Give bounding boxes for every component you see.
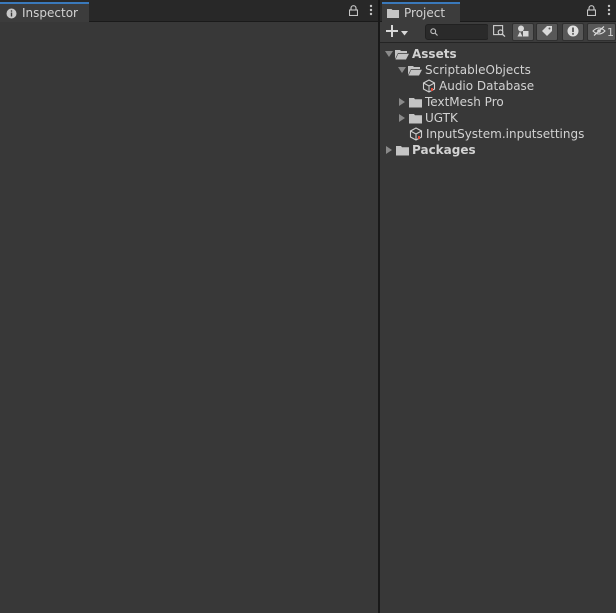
shapes-icon — [517, 25, 529, 40]
chevron-down-icon — [401, 25, 408, 39]
warning-icon — [567, 25, 579, 40]
filter-by-label-button[interactable] — [536, 23, 558, 41]
tab-inspector[interactable]: Inspector — [0, 2, 89, 22]
tree-item-assets[interactable]: Assets — [383, 46, 457, 62]
tree-item-audio-database[interactable]: Audio Database — [422, 78, 534, 94]
search-icon — [430, 25, 438, 39]
tree-item-textmesh-pro[interactable]: TextMesh Pro — [396, 94, 504, 110]
tree-item-label: UGTK — [425, 111, 458, 125]
folder-open-icon — [395, 47, 409, 61]
expanded-arrow-icon[interactable] — [396, 62, 408, 78]
tree-item-label: TextMesh Pro — [425, 95, 504, 109]
tree-item-scriptableobjects[interactable]: ScriptableObjects — [396, 62, 531, 78]
expanded-arrow-icon[interactable] — [383, 46, 395, 62]
eye-hidden-icon — [592, 25, 606, 39]
window-search-icon — [492, 24, 506, 40]
search-field[interactable] — [425, 24, 489, 40]
inspector-tabbar: Inspector — [0, 0, 378, 22]
tree-item-label: Packages — [412, 143, 476, 157]
inspector-panel: Inspector — [0, 0, 378, 613]
hidden-packages-toggle[interactable]: 1 — [587, 23, 616, 41]
project-toolbar: 1 — [380, 22, 616, 43]
scriptable-asset-icon — [422, 79, 436, 93]
folder-icon — [387, 7, 399, 19]
folder-icon — [395, 143, 409, 157]
filter-log-type-button[interactable] — [562, 23, 584, 41]
more-options-icon[interactable] — [366, 4, 376, 16]
collapsed-arrow-icon[interactable] — [396, 110, 408, 126]
tree-item-label: InputSystem.inputsettings — [426, 127, 585, 141]
lock-icon[interactable] — [348, 4, 358, 16]
collapsed-arrow-icon[interactable] — [396, 94, 408, 110]
tree-item-label: Assets — [412, 47, 457, 61]
tree-item-label: ScriptableObjects — [425, 63, 531, 77]
tree-item-inputsystem-settings[interactable]: InputSystem.inputsettings — [409, 126, 584, 142]
plus-icon — [386, 24, 398, 40]
filter-by-type-button[interactable] — [512, 23, 534, 41]
info-icon — [5, 7, 17, 19]
tab-inspector-label: Inspector — [22, 6, 78, 20]
hidden-count: 1 — [607, 25, 614, 39]
project-panel: Project 1 Assets ScriptableObjects Audio… — [380, 0, 616, 613]
tree-item-label: Audio Database — [439, 79, 535, 93]
tab-project-label: Project — [404, 6, 446, 20]
project-tabbar: Project — [380, 0, 616, 22]
collapsed-arrow-icon[interactable] — [383, 142, 395, 158]
search-by-window-button[interactable] — [488, 23, 510, 41]
tag-icon — [541, 25, 553, 40]
tab-project[interactable]: Project — [382, 2, 460, 22]
folder-open-icon — [408, 63, 422, 77]
folder-icon — [408, 95, 422, 109]
folder-icon — [408, 111, 422, 125]
tree-item-packages[interactable]: Packages — [383, 142, 476, 158]
inspector-tab-tools — [348, 4, 376, 16]
search-input[interactable] — [438, 25, 489, 39]
more-options-icon[interactable] — [604, 4, 614, 16]
inspector-body — [0, 22, 378, 613]
project-tab-tools — [586, 4, 614, 16]
scriptable-asset-icon — [409, 127, 423, 141]
tree-item-ugtk[interactable]: UGTK — [396, 110, 458, 126]
create-button[interactable] — [386, 24, 408, 40]
lock-icon[interactable] — [586, 4, 596, 16]
